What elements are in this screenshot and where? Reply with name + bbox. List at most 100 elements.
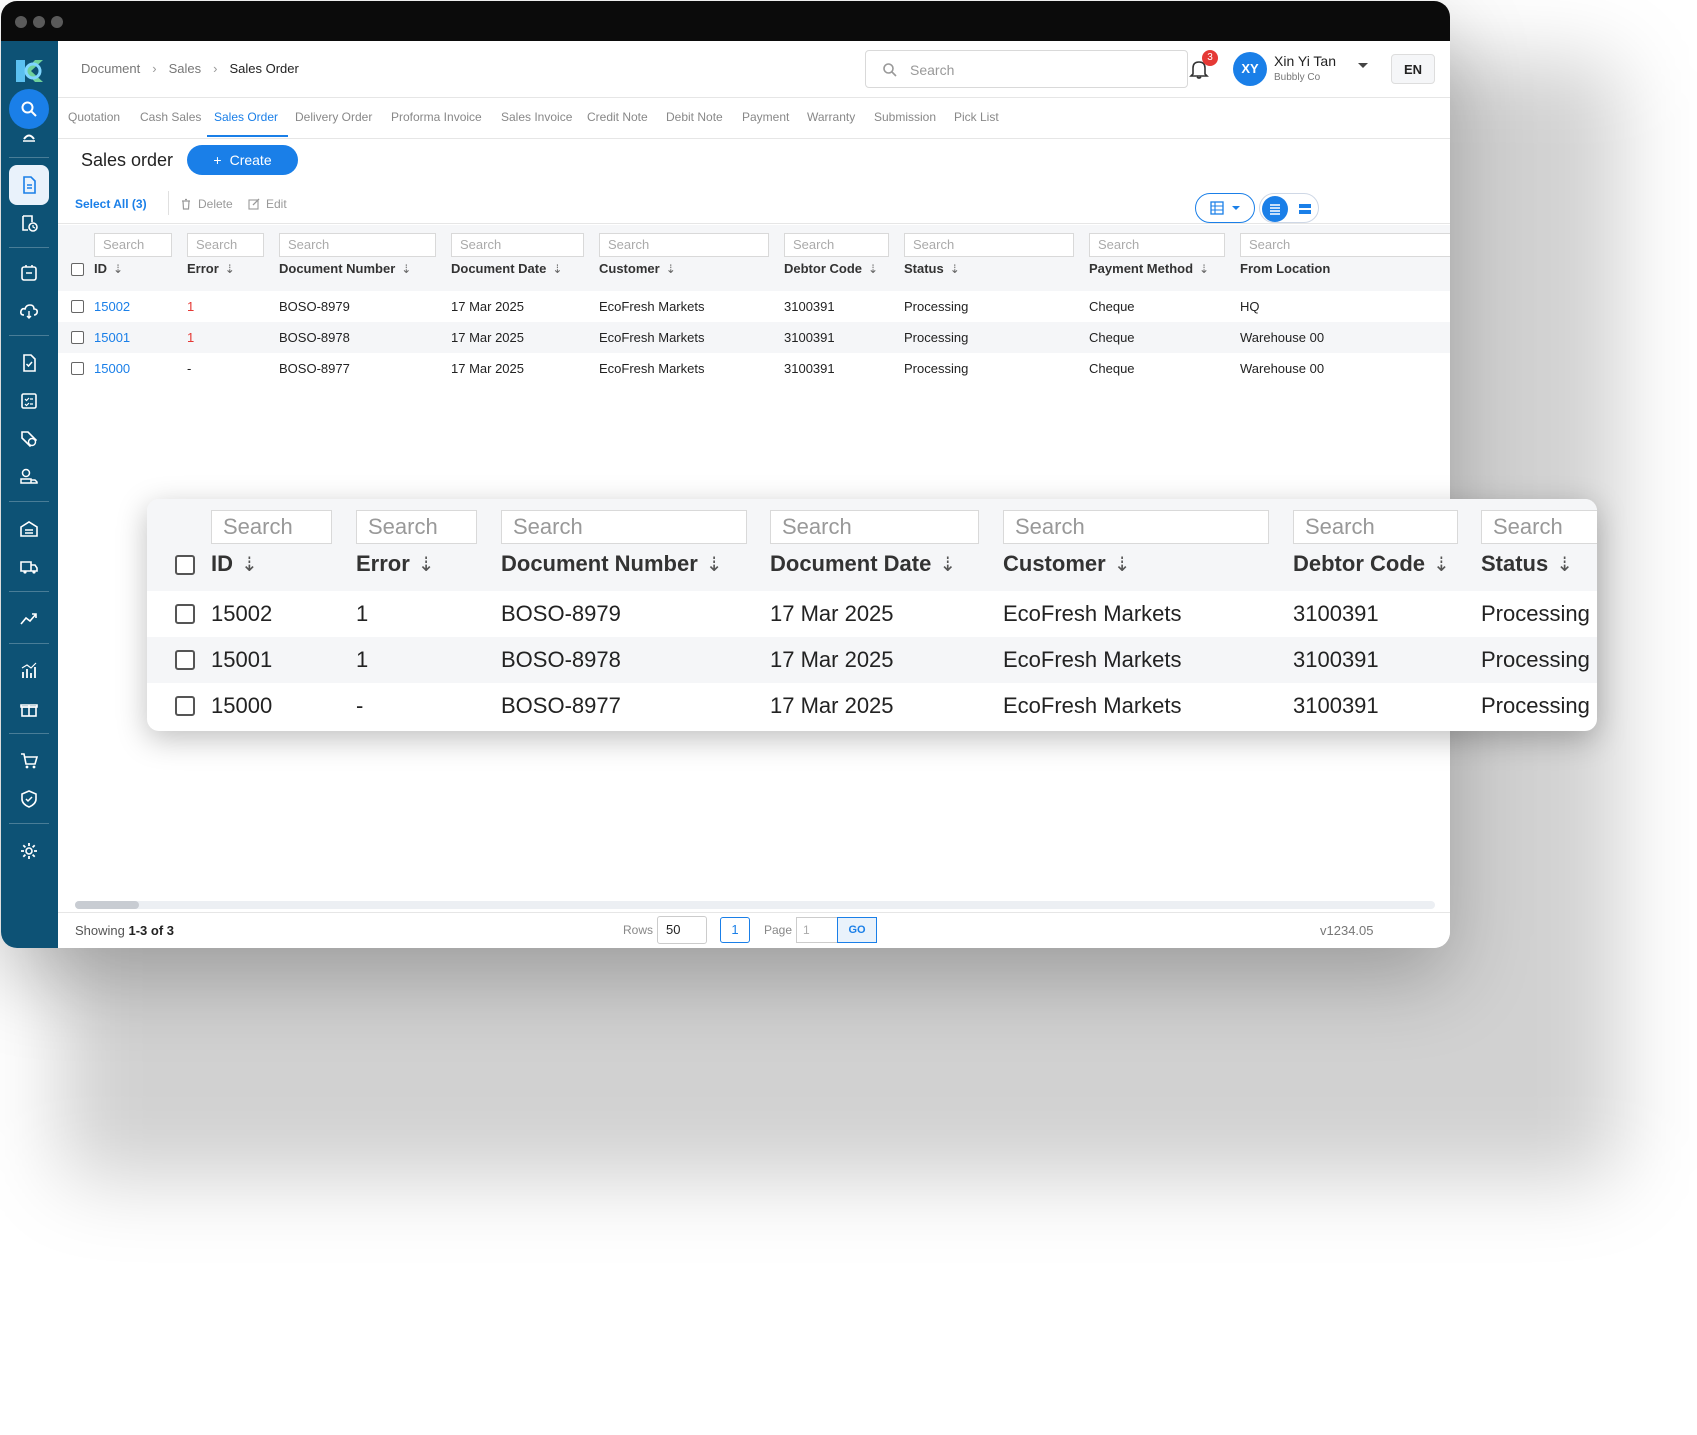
filter-document-number[interactable]: Search [279, 233, 436, 257]
sidebar-item-security[interactable] [9, 779, 49, 819]
tab-quotation[interactable]: Quotation [68, 110, 120, 124]
zoom-filter-id[interactable]: Search [211, 510, 332, 544]
edit-button[interactable]: Edit [248, 197, 287, 211]
zoom-column-header-debtor-code[interactable]: Debtor Code ⇣ [1293, 551, 1450, 577]
sidebar-item-document-history[interactable] [9, 203, 49, 243]
filter-status[interactable]: Search [904, 233, 1074, 257]
delete-button[interactable]: Delete [180, 197, 233, 211]
zoom-filter-status[interactable]: Search [1481, 510, 1597, 544]
zoom-table-row[interactable]: 15002 1 BOSO-8979 17 Mar 2025 EcoFresh M… [147, 591, 1597, 637]
sidebar-item-warehouse[interactable] [9, 509, 49, 549]
zoom-column-header-id[interactable]: ID ⇣ [211, 551, 258, 577]
create-button[interactable]: + Create [187, 145, 298, 175]
sidebar-item-rewards[interactable] [9, 689, 49, 729]
filter-id[interactable]: Search [94, 233, 172, 257]
zoom-row-checkbox[interactable] [175, 696, 195, 716]
zoom-filter-error[interactable]: Search [356, 510, 477, 544]
sidebar-item-settings[interactable] [9, 831, 49, 871]
scrollbar-thumb[interactable] [75, 901, 139, 909]
column-header-document-number[interactable]: Document Number ⇣ [279, 261, 411, 276]
window-close-dot[interactable] [15, 16, 27, 28]
zoom-table-row[interactable]: 15001 1 BOSO-8978 17 Mar 2025 EcoFresh M… [147, 637, 1597, 683]
window-minimize-dot[interactable] [33, 16, 45, 28]
table-row[interactable]: 15001 1 BOSO-8978 17 Mar 2025 EcoFresh M… [58, 322, 1450, 353]
user-name[interactable]: Xin Yi Tan [1274, 53, 1336, 69]
sidebar-item-pricing[interactable] [9, 419, 49, 459]
sidebar-item-cloud[interactable] [9, 291, 49, 331]
zoom-column-header-document-number[interactable]: Document Number ⇣ [501, 551, 723, 577]
comfortable-view-button[interactable] [1292, 196, 1318, 222]
zoom-filter-document-number[interactable]: Search [501, 510, 747, 544]
sidebar-item-logistics[interactable] [9, 457, 49, 497]
tab-credit-note[interactable]: Credit Note [587, 110, 648, 124]
tab-pick-list[interactable]: Pick List [954, 110, 999, 124]
column-header-id[interactable]: ID ⇣ [94, 261, 123, 276]
sidebar-item-reports[interactable] [9, 599, 49, 639]
sidebar-item-document[interactable] [9, 165, 49, 205]
filter-document-date[interactable]: Search [451, 233, 584, 257]
sidebar-item-shop[interactable] [9, 741, 49, 781]
cell-id[interactable]: 15000 [94, 361, 130, 376]
zoom-filter-document-date[interactable]: Search [770, 510, 979, 544]
column-header-document-date[interactable]: Document Date ⇣ [451, 261, 562, 276]
page-jump-input[interactable]: 1 [796, 917, 838, 943]
tab-debit-note[interactable]: Debit Note [666, 110, 723, 124]
zoom-table-row[interactable]: 15000 - BOSO-8977 17 Mar 2025 EcoFresh M… [147, 683, 1597, 729]
zoom-select-all-checkbox[interactable] [175, 555, 195, 575]
column-header-from-location[interactable]: From Location [1240, 261, 1330, 276]
horizontal-scrollbar[interactable] [75, 901, 1435, 909]
zoom-filter-debtor-code[interactable]: Search [1293, 510, 1458, 544]
zoom-cell-id[interactable]: 15001 [211, 647, 272, 673]
tab-sales-invoice[interactable]: Sales Invoice [501, 110, 572, 124]
global-search-input[interactable]: Search [865, 50, 1188, 88]
zoom-column-header-error[interactable]: Error ⇣ [356, 551, 435, 577]
sidebar-item-checklist[interactable] [9, 381, 49, 421]
tab-payment[interactable]: Payment [742, 110, 789, 124]
cell-id[interactable]: 15002 [94, 299, 130, 314]
column-view-select[interactable] [1195, 193, 1255, 223]
column-header-customer[interactable]: Customer ⇣ [599, 261, 676, 276]
tab-proforma-invoice[interactable]: Proforma Invoice [391, 110, 482, 124]
cell-id[interactable]: 15001 [94, 330, 130, 345]
compact-view-button[interactable] [1262, 196, 1288, 222]
column-header-error[interactable]: Error ⇣ [187, 261, 235, 276]
tab-submission[interactable]: Submission [874, 110, 936, 124]
row-checkbox[interactable] [71, 331, 84, 344]
row-checkbox[interactable] [71, 362, 84, 375]
column-header-status[interactable]: Status ⇣ [904, 261, 960, 276]
tab-warranty[interactable]: Warranty [807, 110, 855, 124]
tab-delivery-order[interactable]: Delivery Order [295, 110, 372, 124]
language-button[interactable]: EN [1391, 54, 1435, 84]
filter-customer[interactable]: Search [599, 233, 769, 257]
filter-payment-method[interactable]: Search [1089, 233, 1225, 257]
rows-per-page-select[interactable]: 50 [657, 916, 707, 944]
window-maximize-dot[interactable] [51, 16, 63, 28]
zoom-row-checkbox[interactable] [175, 650, 195, 670]
zoom-column-header-customer[interactable]: Customer ⇣ [1003, 551, 1130, 577]
tab-cash-sales[interactable]: Cash Sales [140, 110, 201, 124]
zoom-filter-customer[interactable]: Search [1003, 510, 1269, 544]
sidebar-item-inventory[interactable] [9, 253, 49, 293]
app-logo[interactable] [13, 57, 45, 85]
row-checkbox[interactable] [71, 300, 84, 313]
zoom-cell-id[interactable]: 15002 [211, 601, 272, 627]
filter-debtor-code[interactable]: Search [784, 233, 889, 257]
column-header-payment-method[interactable]: Payment Method ⇣ [1089, 261, 1209, 276]
zoom-column-header-status[interactable]: Status ⇣ [1481, 551, 1573, 577]
breadcrumb-document[interactable]: Document [81, 61, 140, 76]
go-button[interactable]: GO [837, 917, 877, 943]
caret-down-icon[interactable] [1358, 63, 1368, 68]
sidebar-item-approval[interactable] [9, 343, 49, 383]
tab-sales-order[interactable]: Sales Order [214, 110, 278, 124]
sidebar-item-delivery[interactable] [9, 547, 49, 587]
page-button-1[interactable]: 1 [720, 917, 750, 943]
breadcrumb-sales[interactable]: Sales [169, 61, 202, 76]
density-toggle[interactable] [1259, 193, 1319, 223]
sidebar-item-analytics[interactable] [9, 651, 49, 691]
column-header-debtor-code[interactable]: Debtor Code ⇣ [784, 261, 878, 276]
sidebar-collapse[interactable] [9, 123, 49, 151]
table-row[interactable]: 15002 1 BOSO-8979 17 Mar 2025 EcoFresh M… [58, 291, 1450, 322]
select-all-checkbox[interactable] [71, 263, 84, 276]
zoom-column-header-document-date[interactable]: Document Date ⇣ [770, 551, 956, 577]
filter-error[interactable]: Search [187, 233, 264, 257]
